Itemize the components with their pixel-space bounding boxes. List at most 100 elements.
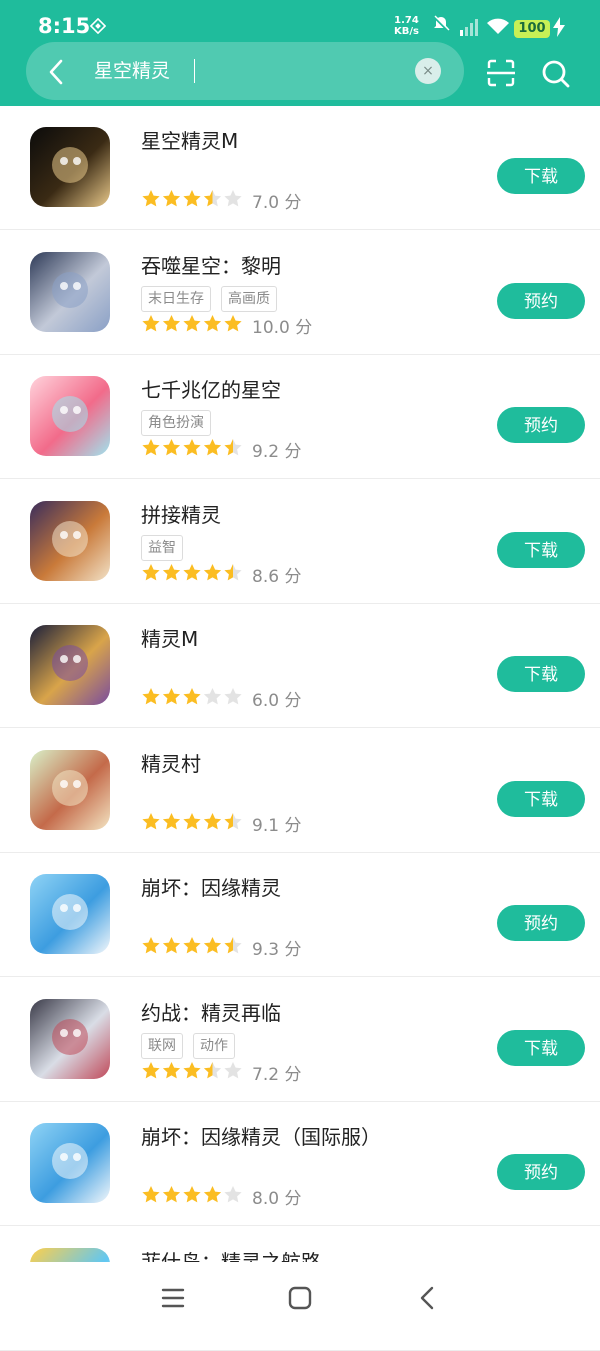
star-icon [162,439,181,456]
clear-icon[interactable]: × [415,58,441,84]
star-icon [203,1061,222,1078]
app-name[interactable]: 约战：精灵再临 [141,997,281,1026]
list-item[interactable]: 崩坏：因缘精灵（国际服） 8.0 分 预约 [0,1102,600,1226]
app-icon[interactable] [30,749,110,830]
star-icon [142,190,160,207]
status-bar: 8:15 1.74 KB/s 100 [0,0,600,48]
app-name[interactable]: 崩坏：因缘精灵 [141,872,281,901]
app-name[interactable]: 拼接精灵 [141,499,221,528]
list-item[interactable]: 七千兆亿的星空 角色扮演 9.2 分 预约 [0,355,600,479]
download-button[interactable]: 下载 [497,780,585,817]
status-time: 8:15 [38,14,91,38]
star-icon [203,812,222,829]
star-icon [162,812,181,829]
search-icon[interactable] [540,58,572,90]
download-button[interactable]: 下载 [497,656,585,692]
list-item[interactable]: 精灵村 9.1 分 下载 [0,729,600,853]
reserve-button[interactable]: 预约 [497,905,585,941]
star-rating [141,1185,243,1209]
app-name[interactable]: 崩坏：因缘精灵（国际服） [141,1121,381,1150]
back-arrow-icon[interactable] [46,58,66,86]
reserve-button[interactable]: 预约 [497,407,585,443]
tag: 动作 [193,1032,235,1059]
star-icon [203,439,222,456]
star-icon [224,1186,242,1203]
star-icon [183,688,201,705]
app-icon[interactable] [30,251,110,332]
star-icon [203,688,222,705]
reserve-button[interactable]: 预约 [497,1154,585,1190]
star-icon [224,314,242,331]
list-item[interactable]: 精灵M 6.0 分 下载 [0,604,600,728]
list-item[interactable]: 崩坏：因缘精灵 9.3 分 预约 [0,853,600,977]
star-rating [141,438,243,462]
app-icon[interactable] [30,998,110,1079]
star-icon [224,937,242,954]
star-rating [141,1061,243,1085]
download-button[interactable]: 下载 [497,158,585,194]
rating-score: 9.2 分 [252,442,302,462]
star-icon [183,190,201,207]
list-item[interactable]: 吞噬星空：黎明 末日生存 高画质 10.0 分 预约 [0,231,600,355]
rating-score: 6.0 分 [252,691,302,711]
app-icon[interactable] [30,1123,110,1203]
app-icon[interactable] [30,874,110,954]
top-app-bar: 8:15 1.74 KB/s 100 星空精灵 × [0,0,600,106]
scan-icon[interactable] [486,58,516,88]
star-icon [142,439,160,456]
star-icon [183,937,201,954]
back-icon[interactable] [418,1286,438,1310]
app-icon[interactable] [30,376,110,456]
app-icon[interactable] [30,500,110,581]
star-icon [203,190,222,207]
rating-score: 7.0 分 [252,193,302,213]
star-icon [142,1061,160,1078]
tag: 高画质 [221,285,277,312]
download-button[interactable]: 下载 [497,1029,585,1066]
rating-score: 10.0 分 [252,317,313,338]
tag-list: 角色扮演 [141,410,221,436]
system-navigation-bar [0,1262,600,1333]
list-item[interactable]: 星空精灵M 7.0 分 下载 [0,106,600,230]
star-icon [203,563,222,580]
star-icon [162,190,181,207]
star-icon [183,1061,201,1078]
tag: 益智 [141,534,183,561]
app-name[interactable]: 七千兆亿的星空 [141,374,281,403]
star-icon [162,1061,181,1078]
reserve-button[interactable]: 预约 [497,282,585,319]
star-icon [162,937,181,954]
search-bar[interactable]: 星空精灵 × [26,42,464,100]
star-icon [183,439,201,456]
app-name[interactable]: 星空精灵M [141,125,238,154]
star-icon [224,439,242,456]
net-speed-unit: KB/s [394,26,419,37]
charging-icon [553,17,565,37]
app-icon[interactable] [30,127,110,207]
app-name[interactable]: 吞噬星空：黎明 [141,250,281,279]
menu-icon[interactable] [161,1286,185,1310]
app-icon[interactable] [30,625,110,705]
star-rating [141,563,243,587]
rating-score: 7.2 分 [252,1064,302,1085]
star-icon [183,1186,201,1203]
bell-muted-icon [433,15,450,32]
app-name[interactable]: 精灵M [141,623,198,652]
star-icon [142,937,160,954]
net-speed-value: 1.74 [394,15,419,26]
download-button[interactable]: 下载 [497,531,585,568]
rating-score: 9.3 分 [252,940,302,960]
search-input[interactable]: 星空精灵 [94,58,170,84]
list-item[interactable]: 约战：精灵再临 联网 动作 7.2 分 下载 [0,978,600,1102]
star-icon [162,1186,181,1203]
star-icon [162,314,181,331]
star-icon [203,314,222,331]
star-rating [141,687,243,711]
star-icon [142,314,160,331]
battery-indicator: 100 [514,20,550,38]
text-cursor [194,59,195,83]
home-icon[interactable] [288,1286,312,1310]
list-item[interactable]: 拼接精灵 益智 8.6 分 下载 [0,480,600,604]
app-name[interactable]: 精灵村 [141,748,201,777]
star-icon [224,1061,242,1078]
